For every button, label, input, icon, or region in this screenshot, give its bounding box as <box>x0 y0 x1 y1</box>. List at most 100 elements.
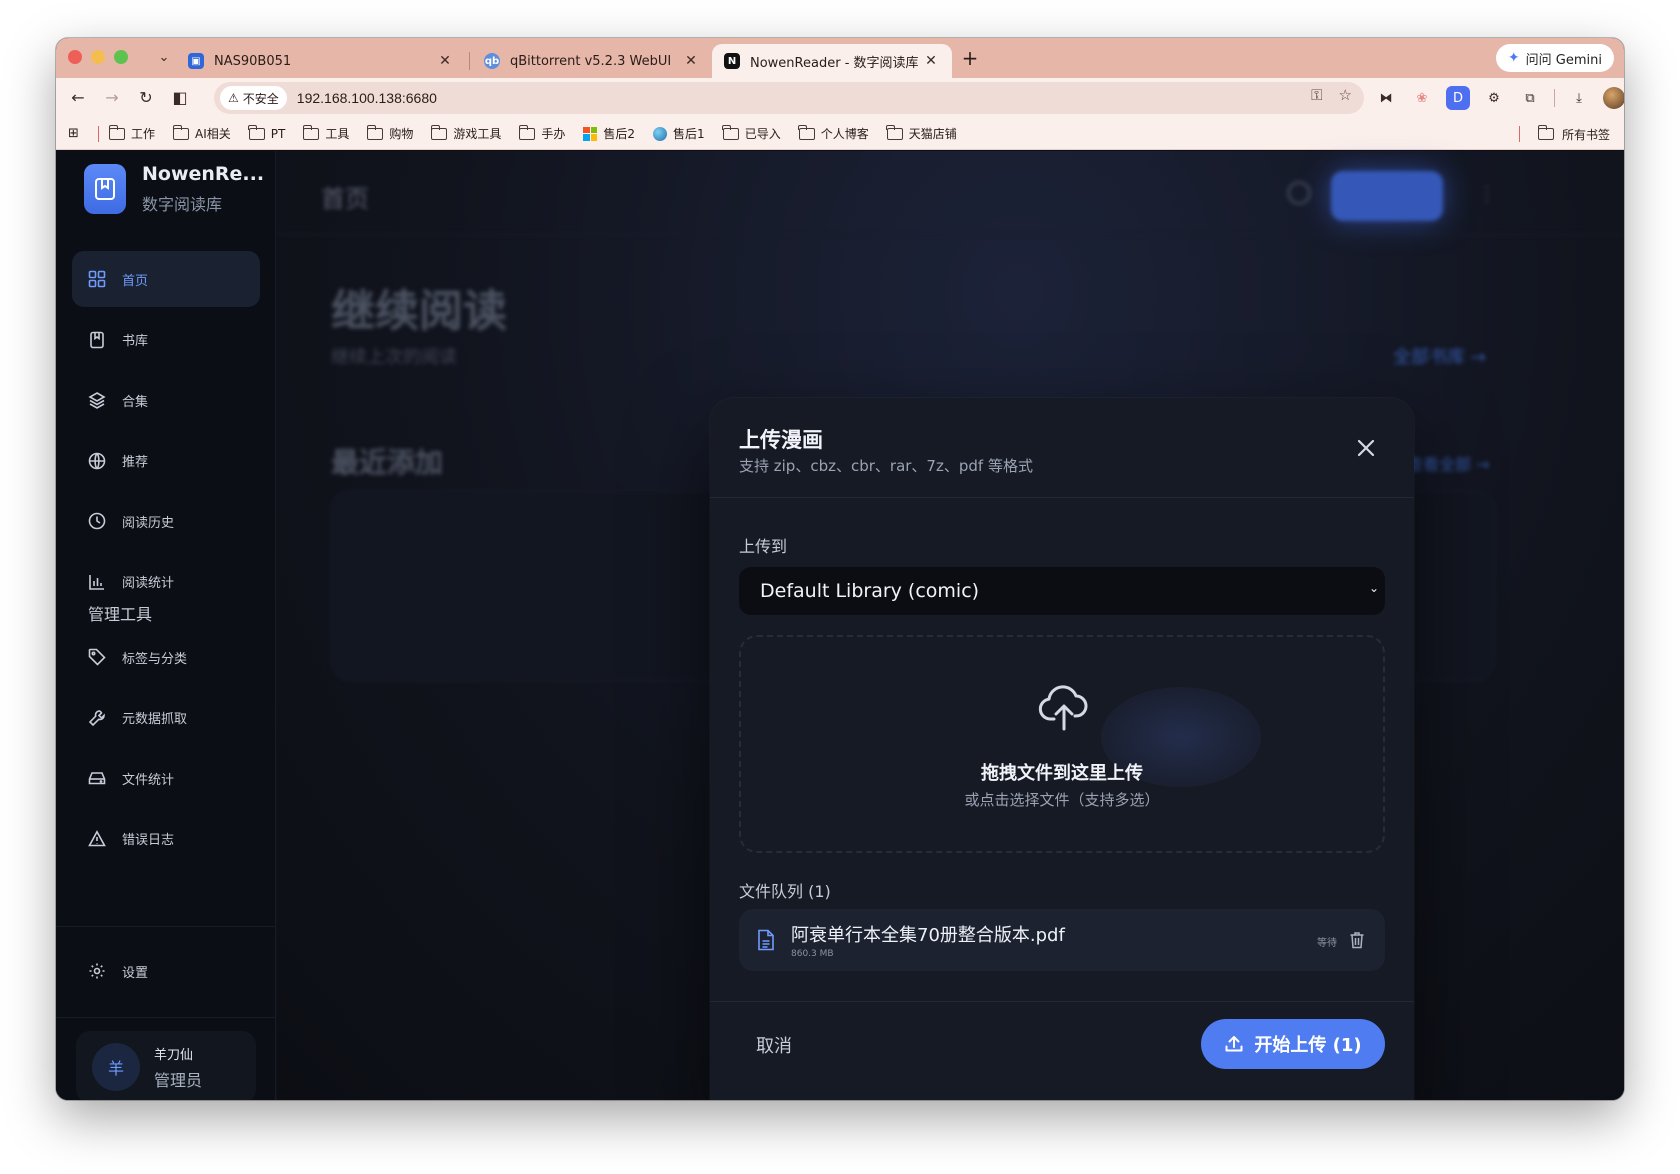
download-icon[interactable]: ⤓ <box>1567 86 1591 110</box>
tab-separator <box>469 52 470 70</box>
bookmarks-separator <box>98 125 99 142</box>
cancel-button[interactable]: 取消 <box>756 1032 792 1058</box>
nav-item-metadata[interactable]: 元数据抓取 <box>72 690 260 746</box>
split-view-button[interactable]: ◧ <box>168 86 192 110</box>
toolbar-divider <box>1554 89 1555 107</box>
bookmark-folder[interactable]: 工具 <box>302 124 349 142</box>
nav-item-settings[interactable]: 设置 <box>72 943 260 999</box>
tab-search-icon[interactable]: ⌄ <box>152 46 176 70</box>
extensions-puzzle-icon[interactable]: ⧉ <box>1518 86 1542 110</box>
bookmark-folder[interactable]: 手办 <box>518 124 565 142</box>
brand[interactable]: NowenRe... 数字阅读库 <box>84 163 264 215</box>
user-role: 管理员 <box>154 1070 203 1090</box>
user-card[interactable]: 羊 羊刀仙 管理员 <box>76 1031 256 1100</box>
back-button[interactable]: ← <box>66 86 90 110</box>
bookmark-folder[interactable]: 工作 <box>108 124 155 142</box>
address-bar[interactable]: ⚠ 不安全 192.168.100.138:6680 ⚿ ☆ <box>214 82 1364 114</box>
bookmark-label: 天猫店铺 <box>908 127 957 141</box>
tab-nowenreader[interactable]: N NowenReader - 数字阅读库 ✕ <box>712 44 952 78</box>
tab-title: qBittorrent v5.2.3 WebUI <box>510 53 672 69</box>
security-chip[interactable]: ⚠ 不安全 <box>220 86 287 110</box>
grid-icon <box>88 270 106 288</box>
extension-d-icon[interactable]: D <box>1446 86 1470 110</box>
browser-window: ⌄ ▣ NAS90B051 ✕ qb qBittorrent v5.2.3 We… <box>56 38 1624 1100</box>
bookmark-folder[interactable]: 天猫店铺 <box>886 124 957 142</box>
library-select[interactable]: Default Library (comic) ⌄ <box>739 567 1385 615</box>
extension-openai-icon[interactable]: ⚙ <box>1482 86 1506 110</box>
gear-icon <box>89 963 105 979</box>
sidebar: NowenRe... 数字阅读库 首页 书库 合集 推荐 阅读历史 阅读统计 管… <box>56 151 276 1100</box>
bookmark-link[interactable]: 售后1 <box>653 125 705 142</box>
tab-qbittorrent[interactable]: qb qBittorrent v5.2.3 WebUI ✕ <box>472 44 712 78</box>
new-tab-button[interactable]: + <box>958 46 982 70</box>
all-library-link[interactable]: 全部书库 → <box>1393 343 1486 369</box>
tab-nas[interactable]: ▣ NAS90B051 ✕ <box>176 44 466 78</box>
bookmark-folder[interactable]: 购物 <box>366 124 413 142</box>
nav-item-label: 书库 <box>122 334 149 349</box>
tab-title: NAS90B051 <box>214 53 292 69</box>
nav-item-home[interactable]: 首页 <box>72 251 260 307</box>
primary-nav: 首页 书库 合集 推荐 阅读历史 阅读统计 <box>72 251 260 614</box>
tab-close-icon[interactable]: ✕ <box>436 53 454 69</box>
nav-item-error-log[interactable]: 错误日志 <box>72 811 260 867</box>
nav-item-label: 元数据抓取 <box>122 712 188 727</box>
sidebar-divider <box>56 926 276 927</box>
qbittorrent-favicon-icon: qb <box>484 53 500 69</box>
tab-close-icon[interactable]: ✕ <box>922 53 940 69</box>
nav-item-tags[interactable]: 标签与分类 <box>72 629 260 685</box>
app-viewport: NowenRe... 数字阅读库 首页 书库 合集 推荐 阅读历史 阅读统计 管… <box>56 151 1624 1100</box>
close-window-button[interactable] <box>68 50 82 64</box>
bookmark-folder[interactable]: 已导入 <box>722 124 781 142</box>
modal-subtitle: 支持 zip、cbz、cbr、rar、7z、pdf 等格式 <box>739 457 1033 475</box>
wrench-icon <box>88 709 105 726</box>
bookmark-star-icon[interactable]: ☆ <box>1339 86 1352 104</box>
url-text[interactable]: 192.168.100.138:6680 <box>297 90 437 106</box>
start-upload-button[interactable]: 开始上传 (1) <box>1201 1019 1385 1069</box>
warning-icon <box>88 829 106 846</box>
nav-item-history[interactable]: 阅读历史 <box>72 493 260 549</box>
modal-title: 上传漫画 <box>739 428 823 452</box>
extension-bowtie-icon[interactable]: ⧓ <box>1374 86 1398 110</box>
refresh-icon[interactable] <box>1287 181 1311 205</box>
ask-gemini-button[interactable]: ✦ 问问 Gemini <box>1495 44 1614 72</box>
forward-button[interactable]: → <box>100 86 124 110</box>
close-icon[interactable] <box>1354 436 1378 460</box>
more-options-icon[interactable]: ⋮ <box>1477 181 1497 205</box>
file-dropzone[interactable]: 拖拽文件到这里上传 或点击选择文件（支持多选） <box>739 635 1385 853</box>
globe-icon <box>88 452 106 469</box>
nav-item-library[interactable]: 书库 <box>72 312 260 368</box>
bookmark-folder[interactable]: 个人博客 <box>798 124 869 142</box>
book-icon <box>90 331 104 348</box>
upload-icon <box>1225 1036 1243 1052</box>
folder-icon <box>886 124 903 140</box>
browser-toolbar: ← → ↻ ◧ ⚠ 不安全 192.168.100.138:6680 ⚿ ☆ ⧓… <box>56 78 1624 118</box>
nav-item-collections[interactable]: 合集 <box>72 372 260 428</box>
nav-item-file-stats[interactable]: 文件统计 <box>72 750 260 806</box>
extension-cat-icon[interactable]: ❀ <box>1410 86 1434 110</box>
bookmark-folder[interactable]: PT <box>248 124 285 141</box>
password-key-icon[interactable]: ⚿ <box>1311 86 1322 104</box>
apps-grid-icon[interactable]: ⊞ <box>68 126 86 141</box>
maximize-window-button[interactable] <box>114 50 128 64</box>
bookmark-link[interactable]: 售后2 <box>583 125 635 142</box>
bookmark-folder[interactable]: 游戏工具 <box>430 124 501 142</box>
folder-icon <box>722 124 739 140</box>
minimize-window-button[interactable] <box>91 50 105 64</box>
bookmark-folder[interactable]: AI相关 <box>172 124 231 142</box>
nav-item-label: 合集 <box>122 394 149 410</box>
bookmarks-separator <box>1518 126 1520 142</box>
nav-item-label: 标签与分类 <box>122 651 188 667</box>
tools-nav: 标签与分类 元数据抓取 文件统计 错误日志 <box>72 629 260 871</box>
continue-reading-subtitle: 继续上次的阅读 <box>331 347 457 368</box>
trash-icon[interactable] <box>1349 931 1365 949</box>
view-all-link[interactable]: 查看全部 → <box>1407 451 1490 475</box>
upload-button[interactable] <box>1331 171 1443 221</box>
modal-header: 上传漫画 支持 zip、cbz、cbr、rar、7z、pdf 等格式 <box>710 398 1414 498</box>
profile-avatar[interactable] <box>1603 87 1624 109</box>
reload-button[interactable]: ↻ <box>134 86 158 110</box>
tab-close-icon[interactable]: ✕ <box>682 53 700 69</box>
all-bookmarks[interactable]: 所有书签 <box>1518 118 1610 150</box>
nav-item-recommend[interactable]: 推荐 <box>72 433 260 489</box>
bookmark-label: AI相关 <box>195 127 231 141</box>
bookmark-label: 售后2 <box>603 127 636 141</box>
